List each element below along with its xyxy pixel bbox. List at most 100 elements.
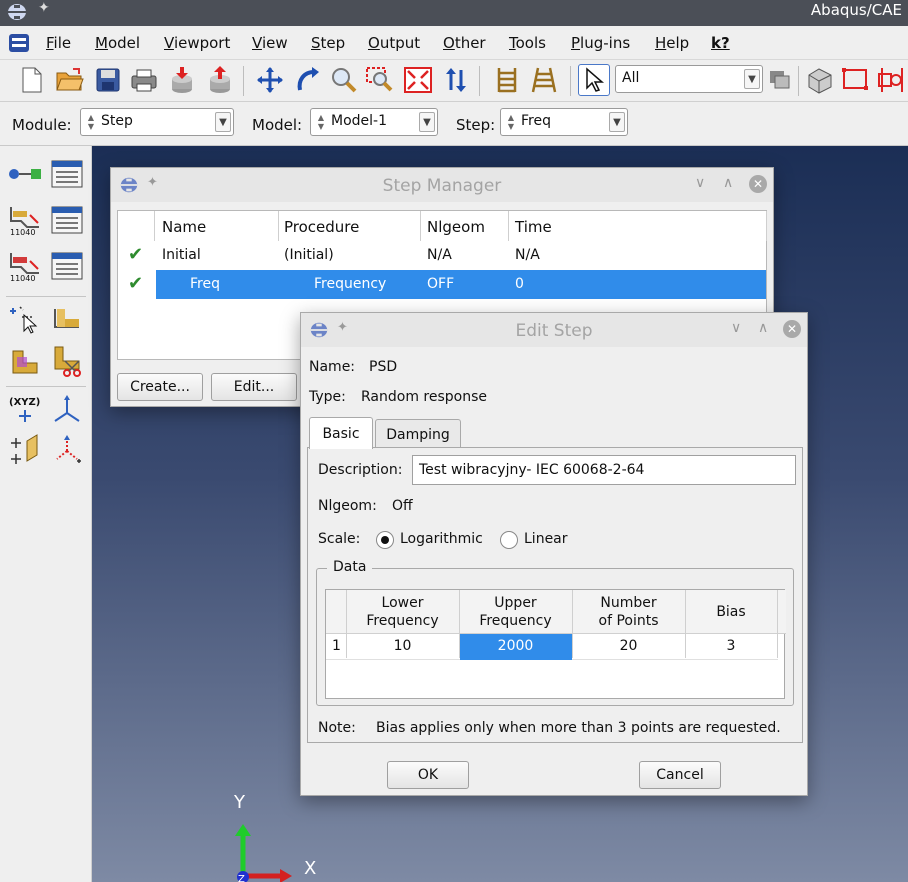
rotate-icon[interactable] bbox=[291, 64, 323, 96]
tab-basic[interactable]: Basic bbox=[309, 417, 373, 449]
menu-plugins[interactable]: Plug-ins bbox=[571, 34, 630, 52]
open-folder-icon[interactable] bbox=[54, 64, 86, 96]
tab-damping[interactable]: Damping bbox=[375, 419, 461, 449]
column-header-number-of-points[interactable]: Number of Points bbox=[572, 594, 685, 630]
selection-filter-dropdown[interactable]: All ▼ bbox=[615, 65, 763, 93]
close-icon[interactable]: ✕ bbox=[749, 175, 767, 193]
menu-tools[interactable]: Tools bbox=[509, 34, 546, 52]
render-style-icon[interactable] bbox=[804, 64, 836, 96]
scale-linear-radio[interactable] bbox=[500, 531, 518, 549]
close-icon[interactable]: ✕ bbox=[783, 320, 801, 338]
box-select-icon[interactable] bbox=[840, 64, 872, 96]
menu-model[interactable]: Model bbox=[95, 34, 140, 52]
type-label: Type: bbox=[309, 389, 346, 405]
menu-output[interactable]: Output bbox=[368, 34, 420, 52]
model-dropdown[interactable]: ▲ ▼ Model-1 ▼ bbox=[310, 108, 438, 136]
create-history-output-icon[interactable]: 11040 bbox=[7, 248, 43, 284]
module-dropdown[interactable]: ▲ ▼ Step ▼ bbox=[80, 108, 234, 136]
lower-frequency-cell[interactable]: 10 bbox=[346, 638, 459, 654]
query-tools-icon[interactable] bbox=[875, 64, 907, 96]
menu-viewport[interactable]: Viewport bbox=[164, 34, 230, 52]
maximize-icon[interactable]: ∧ bbox=[723, 175, 733, 191]
minimize-icon[interactable]: ∨ bbox=[731, 320, 741, 336]
column-header-name[interactable]: Name bbox=[162, 218, 206, 236]
table-row[interactable]: 1 10 2000 20 3 bbox=[326, 634, 778, 660]
edit-step-title-bar[interactable]: ✦ Edit Step ∨ ∧ ✕ bbox=[301, 313, 807, 347]
number-of-points-cell[interactable]: 20 bbox=[572, 638, 685, 654]
step-time: 0 bbox=[515, 276, 524, 292]
description-label: Description: bbox=[318, 462, 403, 478]
column-header-procedure[interactable]: Procedure bbox=[284, 218, 359, 236]
step-manager-icon[interactable] bbox=[49, 156, 85, 192]
cycle-views-icon[interactable] bbox=[440, 64, 472, 96]
minimize-icon[interactable]: ∨ bbox=[695, 175, 705, 191]
name-label: Name: bbox=[309, 359, 356, 375]
datum-axis-icon[interactable] bbox=[49, 432, 85, 468]
create-constraint-icon[interactable] bbox=[49, 302, 85, 338]
bias-cell[interactable]: 3 bbox=[685, 638, 777, 654]
svg-text:Z: Z bbox=[238, 874, 245, 882]
datum-csys-icon[interactable] bbox=[49, 392, 85, 428]
selection-options-icon[interactable] bbox=[764, 64, 796, 96]
step-dropdown[interactable]: ▲ ▼ Freq ▼ bbox=[500, 108, 628, 136]
scale-logarithmic-radio[interactable] bbox=[376, 531, 394, 549]
column-divider bbox=[420, 211, 421, 241]
cut-partition-icon[interactable] bbox=[49, 344, 85, 380]
cancel-button[interactable]: Cancel bbox=[639, 761, 721, 789]
menu-step[interactable]: Step bbox=[311, 34, 345, 52]
toolbox-separator bbox=[6, 296, 86, 297]
adaptive-mesh-icon[interactable] bbox=[7, 302, 43, 338]
create-field-output-icon[interactable]: 11040 bbox=[7, 202, 43, 238]
column-header-nlgeom[interactable]: Nlgeom bbox=[427, 218, 485, 236]
window-menu-icon[interactable] bbox=[8, 33, 30, 53]
svg-text:11040: 11040 bbox=[10, 274, 35, 283]
pan-icon[interactable] bbox=[254, 64, 286, 96]
pin-icon[interactable]: ✦ bbox=[38, 0, 50, 16]
print-icon[interactable] bbox=[128, 64, 160, 96]
step-name: Freq bbox=[190, 276, 220, 292]
zoom-icon[interactable] bbox=[328, 64, 360, 96]
upper-frequency-cell[interactable]: 2000 bbox=[459, 638, 572, 654]
ladder-icon[interactable] bbox=[528, 64, 560, 96]
scale-linear-label[interactable]: Linear bbox=[524, 531, 568, 547]
description-field[interactable]: Test wibracyjny- IEC 60068-2-64 bbox=[412, 455, 796, 485]
triad-y-label: Y bbox=[234, 792, 245, 813]
table-row[interactable]: ✔ Initial (Initial) N/A N/A bbox=[118, 241, 766, 270]
app-title: Abaqus/CAE bbox=[810, 1, 902, 19]
menu-view[interactable]: View bbox=[252, 34, 288, 52]
menu-help[interactable]: Help bbox=[655, 34, 689, 52]
save-icon[interactable] bbox=[92, 64, 124, 96]
datum-plane-icon[interactable] bbox=[7, 432, 43, 468]
create-step-button[interactable]: Create... bbox=[117, 373, 203, 401]
step-manager-title-bar[interactable]: ✦ Step Manager ∨ ∧ ✕ bbox=[111, 168, 773, 202]
field-output-manager-icon[interactable] bbox=[49, 202, 85, 238]
new-file-icon[interactable] bbox=[16, 64, 48, 96]
column-header-upper-frequency[interactable]: Upper Frequency bbox=[459, 594, 572, 630]
edit-step-button[interactable]: Edit... bbox=[211, 373, 297, 401]
model-tree-icon[interactable] bbox=[491, 64, 523, 96]
box-zoom-icon[interactable] bbox=[364, 64, 396, 96]
chevron-down-icon: ▼ bbox=[419, 112, 435, 132]
header-line: of Points bbox=[598, 613, 659, 629]
partition-icon[interactable] bbox=[7, 344, 43, 380]
auto-fit-icon[interactable] bbox=[402, 64, 434, 96]
menu-file[interactable]: File bbox=[46, 34, 71, 52]
row-selection-highlight bbox=[156, 270, 766, 299]
history-output-manager-icon[interactable] bbox=[49, 248, 85, 284]
import-database-icon[interactable] bbox=[166, 64, 198, 96]
menu-other[interactable]: Other bbox=[443, 34, 486, 52]
header-line: Frequency bbox=[366, 613, 439, 629]
column-header-time[interactable]: Time bbox=[515, 218, 552, 236]
column-header-bias[interactable]: Bias bbox=[685, 603, 777, 621]
datum-point-icon[interactable]: (XYZ) bbox=[7, 392, 43, 428]
whats-this-help-button[interactable]: k? bbox=[711, 34, 730, 52]
maximize-icon[interactable]: ∧ bbox=[758, 320, 768, 336]
select-arrow-icon[interactable] bbox=[578, 64, 610, 96]
scale-logarithmic-label[interactable]: Logarithmic bbox=[400, 531, 483, 547]
create-step-icon[interactable] bbox=[7, 156, 43, 192]
ok-button[interactable]: OK bbox=[387, 761, 469, 789]
step-toolbox: 11040 11040 (XYZ) bbox=[0, 146, 92, 882]
export-database-icon[interactable] bbox=[204, 64, 236, 96]
column-header-lower-frequency[interactable]: Lower Frequency bbox=[346, 594, 459, 630]
table-row[interactable]: ✔ Freq Frequency OFF 0 bbox=[118, 270, 766, 299]
